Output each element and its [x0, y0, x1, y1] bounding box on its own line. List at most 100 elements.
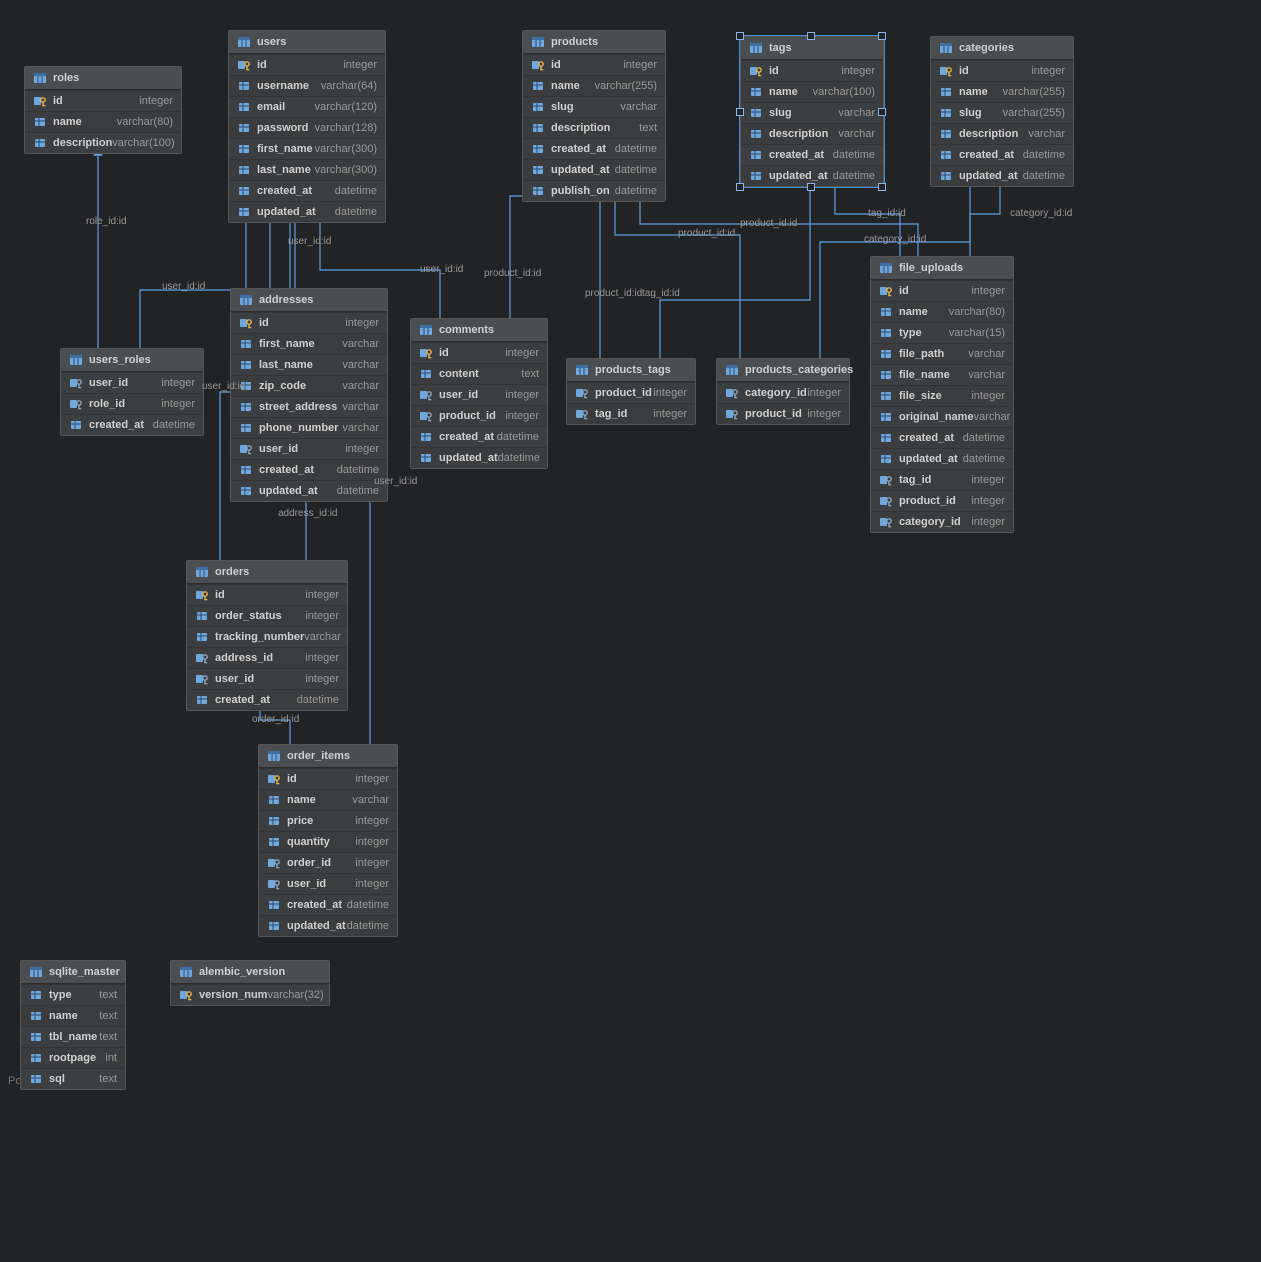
table-products[interactable]: productsidintegernamevarchar(255)slugvar…: [522, 30, 666, 202]
column-row[interactable]: typevarchar(15): [871, 322, 1013, 343]
table-comments[interactable]: commentsidintegercontenttextuser_idinteg…: [410, 318, 548, 469]
table-header[interactable]: products_categories: [717, 359, 849, 382]
column-row[interactable]: usernamevarchar(64): [229, 75, 385, 96]
column-row[interactable]: product_idinteger: [567, 382, 695, 403]
table-order_items[interactable]: order_itemsidintegernamevarcharpriceinte…: [258, 744, 398, 937]
column-row[interactable]: rootpageint: [21, 1047, 125, 1068]
column-row[interactable]: tracking_numbervarchar: [187, 626, 347, 647]
table-alembic_version[interactable]: alembic_versionversion_numvarchar(32): [170, 960, 330, 1006]
column-row[interactable]: descriptionvarchar(100): [25, 132, 181, 153]
column-row[interactable]: namevarchar(255): [931, 81, 1073, 102]
column-row[interactable]: quantityinteger: [259, 831, 397, 852]
column-row[interactable]: passwordvarchar(128): [229, 117, 385, 138]
column-row[interactable]: idinteger: [523, 54, 665, 75]
column-row[interactable]: idinteger: [25, 90, 181, 111]
selection-handle[interactable]: [807, 183, 815, 191]
table-header[interactable]: addresses: [231, 289, 387, 312]
column-row[interactable]: user_idinteger: [259, 873, 397, 894]
column-row[interactable]: user_idinteger: [231, 438, 387, 459]
column-row[interactable]: idinteger: [931, 60, 1073, 81]
selection-handle[interactable]: [878, 108, 886, 116]
table-file_uploads[interactable]: file_uploadsidintegernamevarchar(80)type…: [870, 256, 1014, 533]
table-header[interactable]: roles: [25, 67, 181, 90]
column-row[interactable]: product_idinteger: [411, 405, 547, 426]
column-row[interactable]: street_addressvarchar: [231, 396, 387, 417]
column-row[interactable]: created_atdatetime: [61, 414, 203, 435]
column-row[interactable]: slugvarchar: [741, 102, 883, 123]
column-row[interactable]: tag_idinteger: [871, 469, 1013, 490]
column-row[interactable]: created_atdatetime: [187, 689, 347, 710]
column-row[interactable]: slugvarchar: [523, 96, 665, 117]
table-header[interactable]: comments: [411, 319, 547, 342]
column-row[interactable]: created_atdatetime: [229, 180, 385, 201]
column-row[interactable]: address_idinteger: [187, 647, 347, 668]
column-row[interactable]: namevarchar: [259, 789, 397, 810]
column-row[interactable]: updated_atdatetime: [871, 448, 1013, 469]
column-row[interactable]: user_idinteger: [187, 668, 347, 689]
column-row[interactable]: idinteger: [259, 768, 397, 789]
column-row[interactable]: updated_atdatetime: [231, 480, 387, 501]
column-row[interactable]: tbl_nametext: [21, 1026, 125, 1047]
column-row[interactable]: descriptiontext: [523, 117, 665, 138]
column-row[interactable]: zip_codevarchar: [231, 375, 387, 396]
column-row[interactable]: created_atdatetime: [231, 459, 387, 480]
column-row[interactable]: last_namevarchar(300): [229, 159, 385, 180]
column-row[interactable]: file_namevarchar: [871, 364, 1013, 385]
column-row[interactable]: user_idinteger: [61, 372, 203, 393]
column-row[interactable]: original_namevarchar: [871, 406, 1013, 427]
selection-handle[interactable]: [878, 183, 886, 191]
column-row[interactable]: product_idinteger: [717, 403, 849, 424]
column-row[interactable]: namevarchar(80): [25, 111, 181, 132]
column-row[interactable]: file_pathvarchar: [871, 343, 1013, 364]
column-row[interactable]: created_atdatetime: [871, 427, 1013, 448]
column-row[interactable]: slugvarchar(255): [931, 102, 1073, 123]
column-row[interactable]: updated_atdatetime: [229, 201, 385, 222]
column-row[interactable]: user_idinteger: [411, 384, 547, 405]
table-tags[interactable]: tagsidintegernamevarchar(100)slugvarchar…: [740, 36, 884, 187]
table-header[interactable]: order_items: [259, 745, 397, 768]
table-roles[interactable]: rolesidintegernamevarchar(80)description…: [24, 66, 182, 154]
column-row[interactable]: last_namevarchar: [231, 354, 387, 375]
column-row[interactable]: order_idinteger: [259, 852, 397, 873]
erd-canvas[interactable]: Powered by yFiles rolesidintegernamevarc…: [0, 0, 1261, 1262]
column-row[interactable]: category_idinteger: [717, 382, 849, 403]
column-row[interactable]: idinteger: [187, 584, 347, 605]
column-row[interactable]: category_idinteger: [871, 511, 1013, 532]
column-row[interactable]: first_namevarchar(300): [229, 138, 385, 159]
column-row[interactable]: created_atdatetime: [931, 144, 1073, 165]
table-header[interactable]: orders: [187, 561, 347, 584]
column-row[interactable]: created_atdatetime: [741, 144, 883, 165]
column-row[interactable]: idinteger: [411, 342, 547, 363]
column-row[interactable]: publish_ondatetime: [523, 180, 665, 201]
column-row[interactable]: idinteger: [741, 60, 883, 81]
column-row[interactable]: created_atdatetime: [259, 894, 397, 915]
table-sqlite_master[interactable]: sqlite_mastertypetextnametexttbl_nametex…: [20, 960, 126, 1090]
column-row[interactable]: updated_atdatetime: [411, 447, 547, 468]
table-header[interactable]: file_uploads: [871, 257, 1013, 280]
column-row[interactable]: namevarchar(100): [741, 81, 883, 102]
table-addresses[interactable]: addressesidintegerfirst_namevarcharlast_…: [230, 288, 388, 502]
table-header[interactable]: users_roles: [61, 349, 203, 372]
column-row[interactable]: sqltext: [21, 1068, 125, 1089]
table-header[interactable]: products: [523, 31, 665, 54]
table-header[interactable]: tags: [741, 37, 883, 60]
table-products_tags[interactable]: products_tagsproduct_idintegertag_idinte…: [566, 358, 696, 425]
column-row[interactable]: namevarchar(255): [523, 75, 665, 96]
table-header[interactable]: sqlite_master: [21, 961, 125, 984]
column-row[interactable]: updated_atdatetime: [259, 915, 397, 936]
table-users[interactable]: usersidintegerusernamevarchar(64)emailva…: [228, 30, 386, 223]
column-row[interactable]: descriptionvarchar: [931, 123, 1073, 144]
table-products_categories[interactable]: products_categoriescategory_idintegerpro…: [716, 358, 850, 425]
column-row[interactable]: phone_numbervarchar: [231, 417, 387, 438]
column-row[interactable]: file_sizeinteger: [871, 385, 1013, 406]
selection-handle[interactable]: [807, 32, 815, 40]
column-row[interactable]: contenttext: [411, 363, 547, 384]
column-row[interactable]: created_atdatetime: [523, 138, 665, 159]
table-header[interactable]: categories: [931, 37, 1073, 60]
selection-handle[interactable]: [878, 32, 886, 40]
selection-handle[interactable]: [736, 183, 744, 191]
column-row[interactable]: first_namevarchar: [231, 333, 387, 354]
column-row[interactable]: order_statusinteger: [187, 605, 347, 626]
table-header[interactable]: users: [229, 31, 385, 54]
selection-handle[interactable]: [736, 32, 744, 40]
